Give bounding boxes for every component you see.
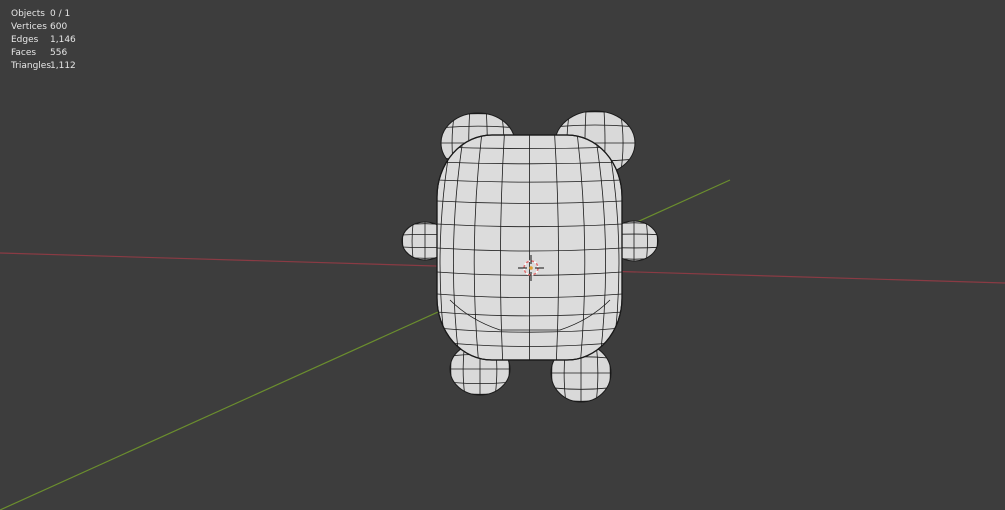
stat-label: Triangles [11,61,52,71]
stat-label: Edges [11,35,39,45]
stat-triangles: Triangles 1,112 [11,60,76,73]
stat-label: Vertices [11,22,47,32]
stat-vertices: Vertices 600 [11,21,76,34]
stat-edges: Edges 1,146 [11,34,76,47]
mesh-object[interactable] [400,109,660,404]
stat-value: 0 / 1 [50,9,71,19]
stat-objects: Objects 0 / 1 [11,8,76,21]
mesh-body [436,134,623,361]
stat-value: 1,112 [50,61,76,71]
stat-label: Objects [11,9,46,19]
3d-viewport[interactable]: Objects 0 / 1 Vertices 600 Edges 1,146 F… [0,0,1005,510]
viewport-scene[interactable] [0,0,1005,510]
stat-value: 556 [50,48,68,58]
stat-value: 1,146 [50,35,76,45]
stat-label: Faces [11,48,37,58]
stat-faces: Faces 556 [11,47,76,60]
stat-value: 600 [50,22,68,32]
viewport-statistics-overlay: Objects 0 / 1 Vertices 600 Edges 1,146 F… [11,8,76,73]
